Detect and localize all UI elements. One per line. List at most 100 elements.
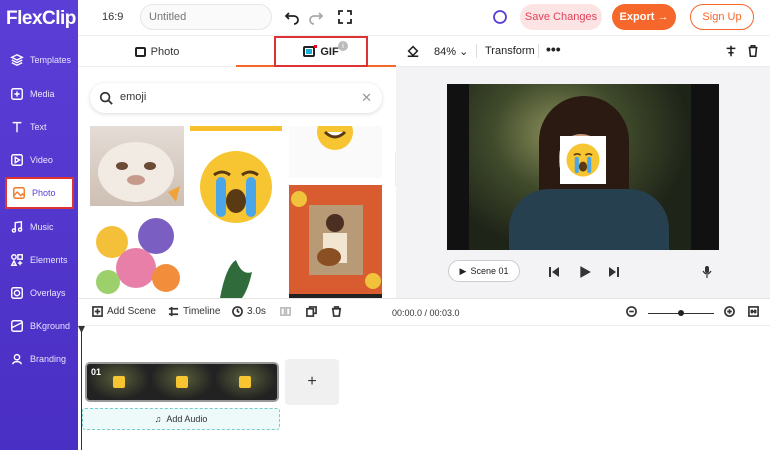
microphone-icon[interactable]: [699, 264, 715, 280]
fullscreen-icon[interactable]: [336, 8, 354, 26]
top-bar: 16:9 Save Changes Export → Sign Up: [78, 0, 770, 36]
elements-icon: [9, 253, 24, 268]
sidebar-item-templates[interactable]: Templates: [0, 44, 78, 76]
tab-label: Photo: [150, 45, 180, 58]
gif-thumbnail-plant[interactable]: [190, 246, 282, 298]
scene-play-button[interactable]: ▶ Scene 01: [448, 260, 520, 282]
sidebar-item-label: Overlays: [30, 288, 66, 298]
timeline-toggle-button[interactable]: Timeline: [168, 306, 220, 317]
add-audio-label: Add Audio: [166, 414, 208, 424]
gif-thumbnail-cat[interactable]: [90, 126, 184, 206]
add-scene-button[interactable]: Add Scene: [92, 306, 156, 317]
photo-panel: Photo GIF i emoji ✕: [78, 36, 396, 298]
sidebar-item-background[interactable]: BKground: [0, 310, 78, 342]
gif-icon: [303, 45, 318, 57]
zoom-in-icon[interactable]: [724, 306, 735, 317]
emoji-thumbnail: [239, 376, 252, 388]
more-options-icon[interactable]: •••: [546, 41, 561, 57]
branding-icon: [9, 352, 24, 367]
sign-up-button[interactable]: Sign Up: [690, 4, 754, 30]
timeline-zoom-slider-handle[interactable]: [678, 310, 684, 316]
transform-button[interactable]: Transform: [485, 45, 535, 57]
sidebar-item-video[interactable]: Video: [0, 144, 78, 176]
clock-icon: [232, 306, 243, 317]
sidebar: FlexClip Templates Media Text Video Phot…: [0, 0, 78, 450]
sidebar-item-label: Elements: [30, 255, 68, 265]
fill-bucket-icon[interactable]: [406, 44, 422, 60]
gif-thumbnail-wink-emoji[interactable]: [289, 126, 382, 178]
sidebar-item-photo[interactable]: Photo: [5, 177, 74, 209]
clip-frame: [213, 364, 277, 400]
emoji-thumbnail: [175, 376, 188, 388]
gif-thumbnail-strip[interactable]: [190, 126, 282, 131]
search-input[interactable]: emoji: [120, 91, 146, 103]
trash-icon[interactable]: [331, 306, 342, 317]
undo-icon[interactable]: [283, 8, 301, 26]
video-canvas[interactable]: [447, 84, 719, 250]
sidebar-item-overlays[interactable]: Overlays: [0, 277, 78, 309]
zoom-out-icon[interactable]: [626, 306, 637, 317]
delete-icon[interactable]: [746, 44, 762, 60]
tab-photo[interactable]: Photo: [78, 36, 236, 67]
music-note-icon: ♫: [154, 414, 162, 424]
export-button[interactable]: Export →: [612, 4, 676, 30]
add-scene-plus-button[interactable]: +: [285, 359, 339, 405]
playhead[interactable]: [81, 326, 82, 450]
sidebar-item-elements[interactable]: Elements: [0, 244, 78, 276]
split-icon[interactable]: [280, 306, 291, 317]
background-icon: [9, 319, 24, 334]
sidebar-item-branding[interactable]: Branding: [0, 343, 78, 375]
save-changes-button[interactable]: Save Changes: [520, 4, 602, 30]
chat-icon[interactable]: [491, 8, 509, 26]
gif-thumbnail-guitar-boy[interactable]: [289, 185, 382, 295]
timeline-icon: [168, 306, 179, 317]
sidebar-item-text[interactable]: Text: [0, 111, 78, 143]
clear-search-icon[interactable]: ✕: [361, 90, 372, 106]
photo-icon: [11, 186, 26, 201]
play-icon[interactable]: [577, 264, 593, 280]
align-icon[interactable]: [724, 44, 740, 60]
scene-clip[interactable]: 01: [85, 362, 279, 402]
sidebar-item-label: Text: [30, 122, 47, 132]
sidebar-item-label: Music: [30, 222, 54, 232]
flexclip-logo[interactable]: FlexClip: [6, 8, 76, 30]
zoom-value: 84%: [434, 46, 457, 58]
duration-button[interactable]: 3.0s: [232, 306, 266, 317]
info-icon[interactable]: i: [338, 41, 348, 51]
sidebar-item-media[interactable]: Media: [0, 78, 78, 110]
photo-subject-shirt: [509, 189, 669, 250]
sidebar-item-label: BKground: [30, 321, 71, 331]
clip-number: 01: [91, 367, 102, 377]
video-icon: [9, 153, 24, 168]
aspect-ratio-selector[interactable]: 16:9: [102, 11, 123, 23]
previous-icon[interactable]: [546, 264, 562, 280]
panel-tabs: Photo GIF i: [78, 36, 396, 67]
crying-emoji-sticker[interactable]: [560, 136, 606, 184]
editor-area: 84% ⌄ Transform ••• ▶ Scene 01: [396, 36, 770, 298]
divider: [538, 44, 539, 58]
sidebar-item-label: Media: [30, 89, 55, 99]
add-audio-track[interactable]: ♫ Add Audio: [82, 408, 280, 430]
timeline-label: Timeline: [183, 306, 221, 317]
layers-icon: [9, 53, 24, 68]
clip-frame: [150, 364, 214, 400]
gif-thumbnail-flower-collage[interactable]: [90, 212, 184, 298]
gif-thumbnail-crying-emoji[interactable]: [190, 137, 282, 238]
scene-label: Scene 01: [470, 266, 509, 276]
project-title-input[interactable]: [140, 4, 272, 30]
tab-gif[interactable]: GIF: [274, 36, 368, 67]
sidebar-item-label: Branding: [30, 354, 67, 364]
search-bar[interactable]: emoji ✕: [90, 83, 382, 113]
redo-icon[interactable]: [307, 8, 325, 26]
duplicate-icon[interactable]: [306, 306, 317, 317]
sidebar-item-music[interactable]: Music: [0, 211, 78, 243]
emoji-thumbnail: [112, 376, 125, 388]
gif-results-grid: [90, 126, 382, 298]
tab-label: GIF: [320, 45, 339, 58]
text-icon: [9, 120, 24, 135]
timeline-track-area: 01 + ♫ Add Audio: [78, 326, 770, 450]
next-icon[interactable]: [606, 264, 622, 280]
duration-label: 3.0s: [247, 306, 266, 317]
zoom-level-dropdown[interactable]: 84% ⌄: [434, 45, 468, 58]
fit-timeline-icon[interactable]: [748, 306, 759, 317]
